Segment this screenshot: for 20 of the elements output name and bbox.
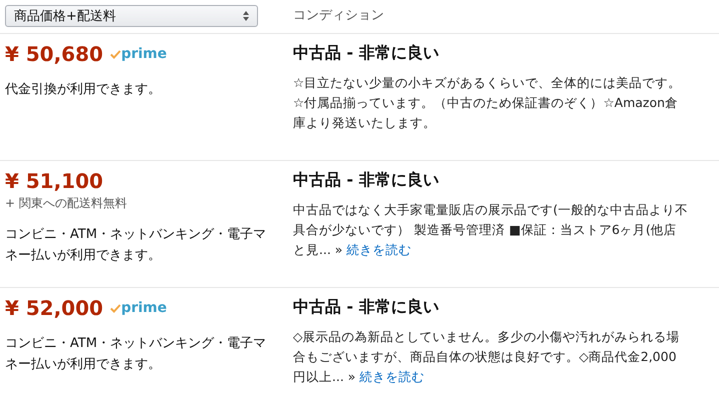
read-more-link[interactable]: 続きを読む (346, 242, 412, 257)
sort-arrows-icon (243, 11, 249, 21)
payment-note: コンビニ・ATM・ネットバンキング・電子マネー払いが利用できます。 (5, 226, 267, 265)
payment-note: コンビニ・ATM・ネットバンキング・電子マネー払いが利用できます。 (5, 335, 267, 374)
prime-badge: prime (110, 300, 167, 316)
condition-label: 中古品 - 非常に良い (293, 43, 440, 64)
condition-label: 中古品 - 非常に良い (293, 170, 440, 191)
read-more-link[interactable]: 続きを読む (360, 369, 425, 384)
condition-description: ☆目立たない少量の小キズがあるくらいで、全体的には美品です。☆付属品揃っています。（中古のため保証書のぞく）☆Amazon倉庫より発送いたします。 (293, 74, 682, 132)
prime-badge: prime (110, 46, 167, 62)
column-heading: コンディション (293, 7, 384, 24)
condition-description: 中古品ではなく大手家電量販店の展示品です(一般的な中古品より不具合が少ないです） 製造番号管理済 ■保証：当ストア6ヶ月(他店と見... » 続きを読む (293, 201, 689, 259)
payment-note: 代金引換が利用できます。 (5, 81, 162, 99)
shipping-note: + 関東への配送料無料 (5, 195, 128, 212)
offer-price: ¥ 50,680 (5, 42, 104, 66)
offer-price: ¥ 51,100 (5, 169, 104, 193)
condition-description: ◇展示品の為新品としていません。多少の小傷や汚れがみられる場合もございますが、商品自体の状態は良好です。◇商品代金2,000円以上... » 続きを読む (293, 328, 681, 386)
offer-price: ¥ 52,000 (5, 296, 104, 320)
condition-label: 中古品 - 非常に良い (293, 297, 440, 318)
sort-select[interactable]: 商品価格+配送料 (5, 5, 258, 27)
